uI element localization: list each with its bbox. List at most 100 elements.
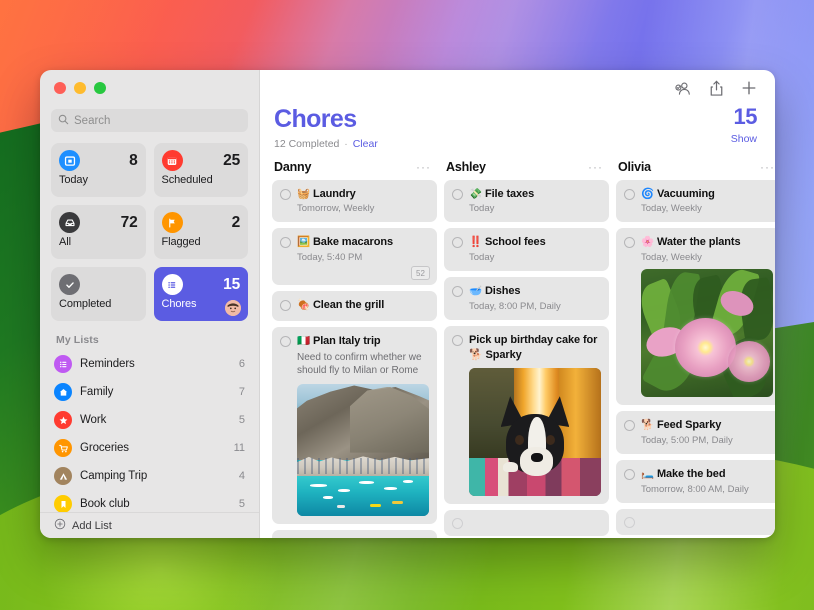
scheduled-label: Scheduled	[162, 174, 241, 186]
list-item[interactable]: Work 5	[48, 406, 251, 434]
reminder-card[interactable]: 🛏️ Make the bed Tomorrow, 8:00 AM, Daily	[616, 460, 775, 503]
reminder-card[interactable]: Pick up birthday cake for 🐕 Sparky	[444, 326, 609, 504]
dog-emoji-icon: 🐕	[641, 419, 654, 431]
sidebar-item-scheduled[interactable]: 25 Scheduled	[154, 143, 249, 197]
reminder-card[interactable]: 🇮🇹 Plan Italy trip Need to confirm wheth…	[272, 327, 437, 524]
inbox-icon	[59, 212, 80, 233]
reminder-checkbox[interactable]	[624, 189, 635, 200]
reminder-card[interactable]: 🥣 Dishes Today, 8:00 PM, Daily	[444, 277, 609, 320]
sidebar-item-completed[interactable]: Completed	[51, 267, 146, 321]
reminder-checkbox[interactable]	[452, 286, 463, 297]
column-more-button[interactable]: ···	[760, 163, 775, 171]
new-reminder-placeholder[interactable]	[616, 509, 775, 535]
reminder-title-text: School fees	[485, 236, 546, 248]
reminder-meta: Today, Weekly	[641, 252, 773, 263]
reminder-title: 🛏️ Make the bed	[641, 467, 773, 482]
list-item-label: Groceries	[80, 442, 226, 454]
family-list-icon	[54, 383, 72, 401]
list-item[interactable]: Book club 5	[48, 490, 251, 512]
reminder-meta: Today	[469, 203, 601, 214]
cyclone-emoji-icon: 🌀	[641, 188, 654, 200]
search-icon	[58, 112, 69, 130]
reminder-checkbox[interactable]	[452, 237, 463, 248]
add-people-icon[interactable]	[675, 81, 692, 96]
new-reminder-placeholder[interactable]	[272, 530, 437, 538]
column-more-button[interactable]: ···	[416, 163, 431, 171]
reminder-checkbox[interactable]	[452, 189, 463, 200]
dog-photo[interactable]	[469, 368, 601, 496]
reminder-card[interactable]: 💸 File taxes Today	[444, 180, 609, 223]
list-item[interactable]: Reminders 6	[48, 350, 251, 378]
search-input[interactable]: Search	[51, 109, 248, 132]
reminder-title-text: Vacuuming	[657, 188, 715, 200]
column-more-button[interactable]: ···	[588, 163, 603, 171]
reminder-card[interactable]: 🍖 Clean the grill	[272, 291, 437, 321]
list-item[interactable]: Family 7	[48, 378, 251, 406]
reminder-checkbox[interactable]	[280, 189, 291, 200]
image-attachment-icon: 🖼️	[297, 236, 310, 248]
reminder-title-text: File taxes	[485, 188, 534, 200]
close-button[interactable]	[54, 82, 66, 94]
flagged-label: Flagged	[162, 236, 241, 248]
italy-coast-photo[interactable]	[297, 384, 429, 516]
reminder-card[interactable]: 🌀 Vacuuming Today, Weekly	[616, 180, 775, 223]
page-title: Chores	[274, 106, 378, 134]
reminder-checkbox[interactable]	[280, 336, 291, 347]
list-item-count: 4	[239, 470, 245, 482]
desktop-wallpaper: Search 8 Today	[0, 0, 814, 610]
list-item[interactable]: Groceries 11	[48, 434, 251, 462]
sidebar-item-flagged[interactable]: 2 Flagged	[154, 205, 249, 259]
reminder-card[interactable]: ‼️ School fees Today	[444, 228, 609, 271]
reminder-checkbox[interactable]	[624, 517, 635, 528]
plus-circle-icon	[54, 518, 66, 533]
reminder-checkbox[interactable]	[452, 335, 463, 346]
list-item[interactable]: Camping Trip 4	[48, 462, 251, 490]
reminder-checkbox[interactable]	[624, 420, 635, 431]
reminder-meta: Today, 8:00 PM, Daily	[469, 301, 601, 312]
show-completed-button[interactable]: Show	[731, 133, 757, 145]
column-items: 🧺 Laundry Tomorrow, Weekly 🖼️	[272, 180, 437, 539]
today-count: 8	[129, 150, 137, 171]
new-reminder-placeholder[interactable]	[444, 510, 609, 536]
list-item-label: Book club	[80, 498, 231, 510]
reminder-title: ‼️ School fees	[469, 235, 601, 250]
completed-summary: 12 Completed · Clear	[274, 138, 378, 150]
share-icon[interactable]	[709, 80, 724, 97]
assignee-columns: Danny ··· 🧺 Laundry Tomorrow, Weekl	[260, 150, 775, 539]
remaining-count: 15	[731, 106, 757, 128]
new-reminder-icon[interactable]	[741, 80, 757, 96]
reminder-checkbox[interactable]	[280, 300, 291, 311]
add-list-button[interactable]: Add List	[40, 512, 259, 538]
reminder-checkbox[interactable]	[452, 518, 463, 529]
column-ashley: Ashley ··· 💸 File taxes Today	[444, 160, 609, 539]
sidebar: Search 8 Today	[40, 70, 260, 538]
reminder-title: 🥣 Dishes	[469, 284, 601, 299]
list-item-count: 5	[239, 414, 245, 426]
minimize-button[interactable]	[74, 82, 86, 94]
reminder-title: 🐕 Feed Sparky	[641, 418, 773, 433]
column-items: 🌀 Vacuuming Today, Weekly 🌸	[616, 180, 775, 535]
reminder-card[interactable]: 🖼️ Bake macarons Today, 5:40 PM 52	[272, 228, 437, 285]
reminder-checkbox[interactable]	[280, 237, 291, 248]
zoom-button[interactable]	[94, 82, 106, 94]
column-olivia: Olivia ··· 🌀 Vacuuming Today, Weekl	[616, 160, 775, 539]
book-club-list-icon	[54, 495, 72, 512]
sidebar-item-today[interactable]: 8 Today	[51, 143, 146, 197]
groceries-list-icon	[54, 439, 72, 457]
my-lists: Reminders 6 Family 7	[40, 350, 259, 512]
column-title: Danny	[274, 160, 311, 174]
reminder-card[interactable]: 🐕 Feed Sparky Today, 5:00 PM, Daily	[616, 411, 775, 454]
sidebar-item-all[interactable]: 72 All	[51, 205, 146, 259]
reminder-checkbox[interactable]	[624, 469, 635, 480]
clear-completed-button[interactable]: Clear	[353, 138, 378, 150]
reminder-title-text: Feed Sparky	[657, 419, 721, 431]
reminder-card[interactable]: 🌸 Water the plants Today, Weekly	[616, 228, 775, 405]
list-header: Chores 12 Completed · Clear 15 Show	[260, 106, 775, 150]
reminder-card[interactable]: 🧺 Laundry Tomorrow, Weekly	[272, 180, 437, 223]
italy-flag-emoji-icon: 🇮🇹	[297, 335, 310, 347]
flowers-photo[interactable]	[641, 269, 773, 397]
sidebar-item-chores[interactable]: 15 Chores	[154, 267, 249, 321]
completed-count-text: 12 Completed	[274, 138, 339, 150]
reminder-meta: Today, 5:00 PM, Daily	[641, 435, 773, 446]
reminder-checkbox[interactable]	[624, 237, 635, 248]
